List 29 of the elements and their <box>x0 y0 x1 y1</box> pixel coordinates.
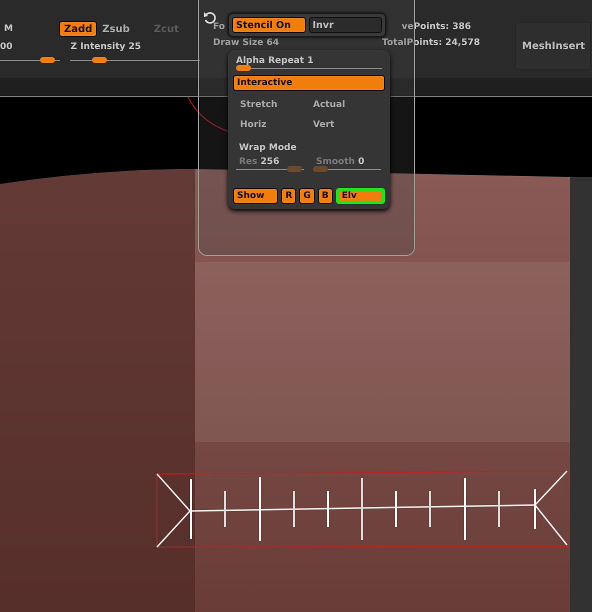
channel-button[interactable]: Show <box>233 188 278 204</box>
alpha-repeat-label: Alpha Repeat 1 <box>236 56 314 66</box>
mode-button[interactable]: Actual <box>309 97 382 113</box>
slider-value: 00 <box>0 42 13 52</box>
slider-thumb[interactable] <box>92 56 107 62</box>
panel-label: Fo <box>213 22 225 32</box>
channel-button[interactable]: Elv <box>336 188 386 204</box>
slider-label: Smooth <box>316 157 355 167</box>
stencil-button[interactable]: Stencil On <box>232 17 306 33</box>
slider-label: Res <box>239 157 258 167</box>
sculpt-mode-button[interactable]: Zadd <box>58 21 98 37</box>
mode-button[interactable]: Vert <box>309 117 382 133</box>
slider-value: 0 <box>358 157 364 167</box>
mode-button[interactable]: Stretch <box>236 97 309 113</box>
mesh-insert-button[interactable]: MeshInsert <box>515 22 591 70</box>
slider-value: 256 <box>260 157 280 167</box>
channel-button[interactable]: G <box>299 188 315 204</box>
draw-size-label: Draw Size 64 <box>213 38 279 48</box>
sculpt-mode-button[interactable]: Zsub <box>97 21 135 37</box>
slider-thumb[interactable] <box>40 56 55 62</box>
stencil-button[interactable]: Invr <box>308 17 382 33</box>
mode-button[interactable]: Horiz <box>236 117 309 133</box>
slider-label: Z Intensity 25 <box>70 42 142 52</box>
mode-label: M <box>4 24 13 34</box>
wrap-mode-label: Wrap Mode <box>238 142 298 153</box>
slider-thumb[interactable] <box>236 65 252 71</box>
channel-button[interactable]: B <box>318 188 333 204</box>
mode-button[interactable]: Interactive <box>233 75 385 91</box>
channel-button[interactable]: R <box>281 188 296 204</box>
